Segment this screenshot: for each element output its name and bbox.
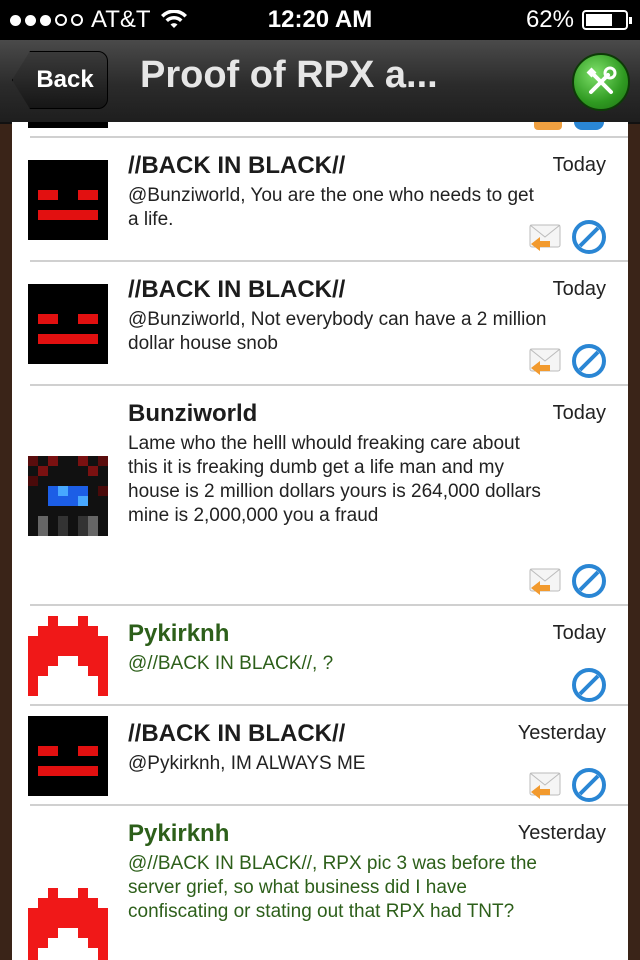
message-author: Pykirknh — [128, 620, 230, 647]
message-text: @Pykirknh, IM ALWAYS ME — [128, 753, 366, 774]
fire-avatar — [28, 888, 108, 960]
message-author: //BACK IN BLACK// — [128, 720, 346, 747]
message-author: //BACK IN BLACK// — [128, 276, 346, 303]
message-date: Today — [552, 402, 606, 424]
fire-avatar — [28, 616, 108, 696]
message-text: @//BACK IN BLACK//, RPX pic 3 was before… — [128, 853, 537, 922]
block-icon[interactable] — [572, 220, 606, 254]
navigation-bar: Back Proof of RPX a... — [0, 40, 640, 124]
status-bar: AT&T 12:20 AM 62% — [0, 0, 640, 40]
blue-eyed-creature-avatar — [28, 456, 108, 536]
block-icon[interactable] — [572, 768, 606, 802]
list-item[interactable]: //BACK IN BLACK// Today @Bunziworld, You… — [12, 138, 628, 262]
list-item[interactable]: Bunziworld Today Lame who the helll whou… — [12, 386, 628, 606]
list-item[interactable]: //BACK IN BLACK// Yesterday @Pykirknh, I… — [12, 706, 628, 806]
message-text: Lame who the helll whould freaking care … — [128, 433, 541, 526]
message-author: //BACK IN BLACK// — [128, 152, 346, 179]
wrench-screwdriver-icon — [586, 66, 617, 94]
page-title: Proof of RPX a... — [140, 54, 438, 96]
list-item[interactable]: //BACK IN BLACK// Today @Bunziworld, Not… — [12, 262, 628, 386]
battery-percent: 62% — [525, 6, 574, 33]
block-icon[interactable] — [572, 668, 606, 702]
black-face-avatar — [28, 716, 108, 796]
message-text: @Bunziworld, Not everybody can have a 2 … — [128, 309, 547, 354]
tools-button[interactable] — [572, 53, 630, 111]
black-face-avatar — [28, 284, 108, 364]
message-date: Today — [552, 278, 606, 300]
back-button-label: Back — [36, 66, 94, 93]
reply-envelope-icon[interactable] — [528, 566, 562, 596]
message-text: @//BACK IN BLACK//, ? — [128, 653, 334, 674]
message-author: Bunziworld — [128, 400, 258, 427]
message-date: Yesterday — [517, 722, 606, 744]
back-button[interactable]: Back — [12, 51, 108, 109]
block-icon[interactable] — [572, 344, 606, 378]
block-icon[interactable] — [572, 564, 606, 598]
battery-info: 62% — [525, 6, 632, 34]
black-face-avatar — [28, 160, 108, 240]
list-item[interactable]: Pykirknh Yesterday @//BACK IN BLACK//, R… — [12, 806, 628, 960]
message-list[interactable]: //BACK IN BLACK// Today @Bunziworld, You… — [12, 122, 628, 960]
reply-envelope-icon[interactable] — [528, 770, 562, 800]
list-item[interactable]: Pykirknh Today @//BACK IN BLACK//, ? — [12, 606, 628, 706]
message-date: Today — [552, 154, 606, 176]
message-text: @Bunziworld, You are the one who needs t… — [128, 185, 534, 230]
reply-envelope-icon[interactable] — [528, 222, 562, 252]
message-date: Today — [552, 622, 606, 644]
battery-icon — [582, 10, 632, 30]
message-date: Yesterday — [517, 822, 606, 844]
reply-envelope-icon[interactable] — [528, 346, 562, 376]
message-author: Pykirknh — [128, 820, 230, 847]
